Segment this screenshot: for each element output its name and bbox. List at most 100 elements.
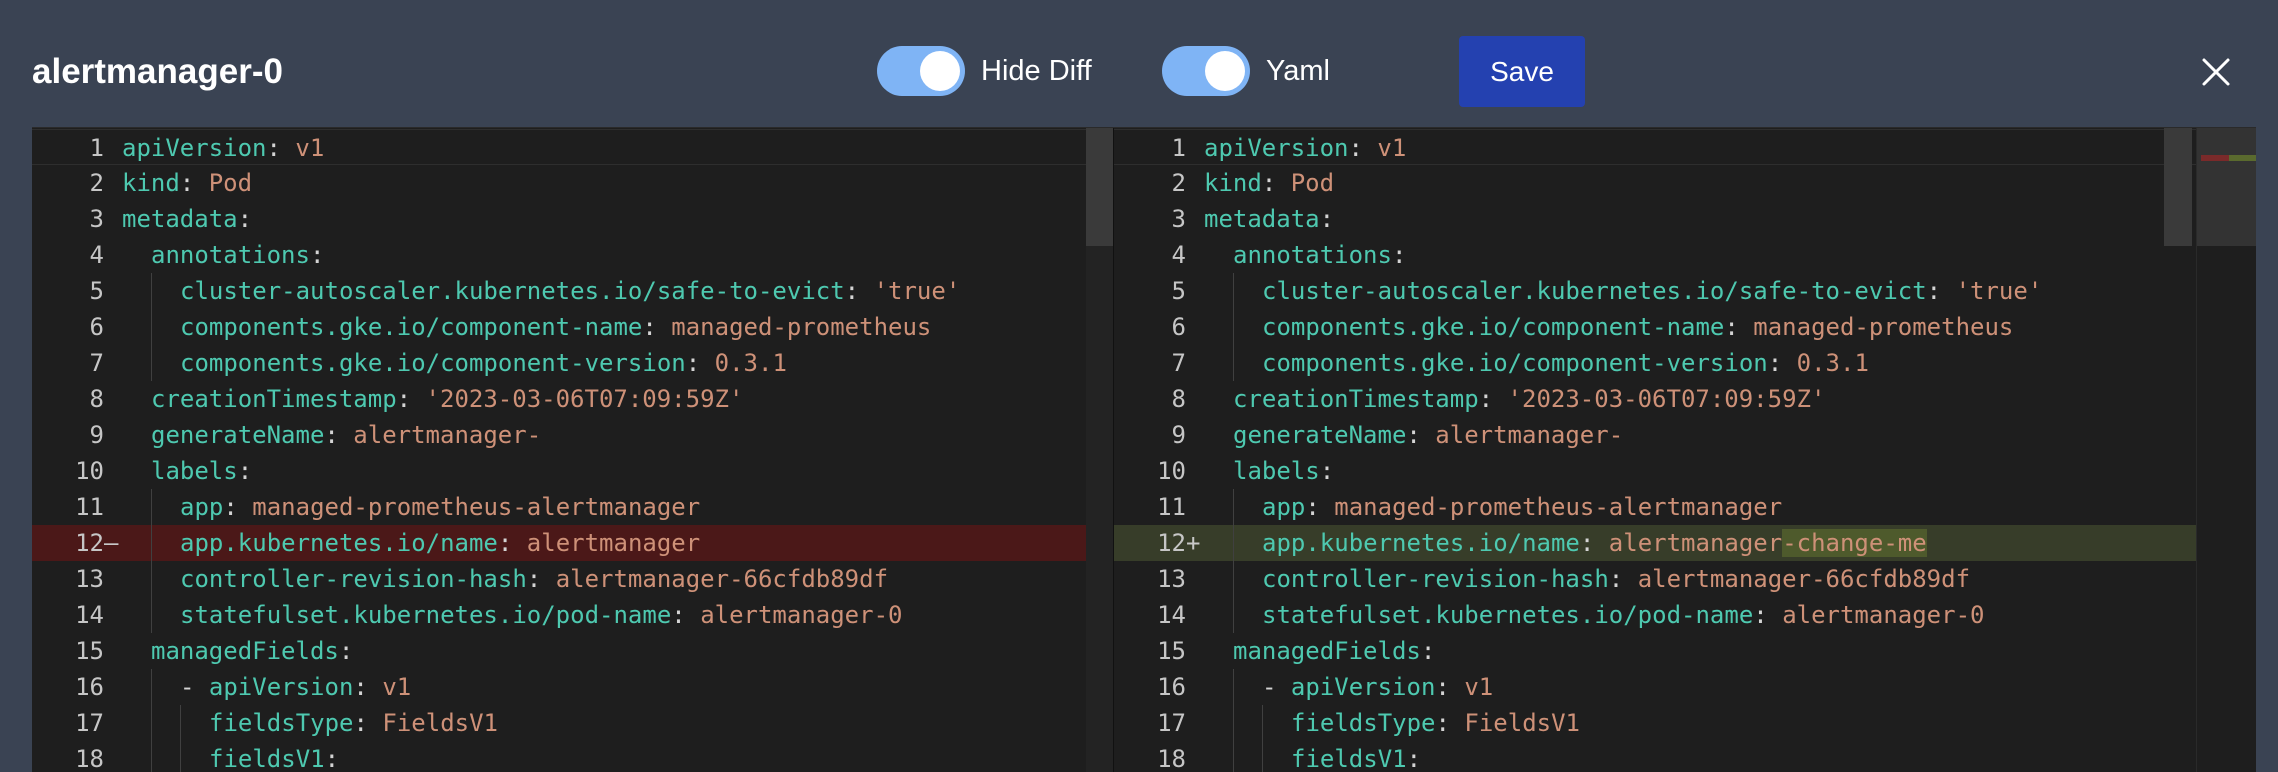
line-content: kind: Pod [1204, 165, 2256, 201]
close-icon[interactable] [2196, 52, 2236, 92]
code-line[interactable]: 13 controller-revision-hash: alertmanager… [32, 561, 1113, 597]
code-line[interactable]: 9 generateName: alertmanager- [32, 417, 1113, 453]
modified-code[interactable]: 1 apiVersion: v1 2 kind: Pod 3 metadata: 4 anno… [1114, 129, 2256, 772]
line-number: 10 [75, 457, 104, 485]
indent-guide [122, 669, 151, 705]
code-line-added[interactable]: 12 + app.kubernetes.io/name: alertmanager-… [1114, 525, 2256, 561]
diff-gutter-mark [104, 201, 122, 237]
save-button[interactable]: Save [1459, 36, 1585, 107]
code-line[interactable]: 18 fieldsV1: [32, 741, 1113, 772]
line-content: managedFields: [122, 633, 1113, 669]
line-content: components.gke.io/component-name: manage… [1204, 309, 2256, 345]
code-line[interactable]: 14 statefulset.kubernetes.io/pod-name: al… [32, 597, 1113, 633]
code-line[interactable]: 6 components.gke.io/component-name: manag… [1114, 309, 2256, 345]
code-line[interactable]: 18 fieldsV1: [1114, 741, 2256, 772]
code-line[interactable]: 2 kind: Pod [32, 165, 1113, 201]
code-line[interactable]: 15 managedFields: [1114, 633, 2256, 669]
yaml-separator: : [324, 745, 340, 772]
indent-guide [151, 309, 180, 345]
line-content: - apiVersion: v1 [1204, 669, 2256, 705]
indent-guide [1204, 633, 1233, 669]
line-number: 9 [89, 421, 104, 449]
code-line-removed[interactable]: 12— app.kubernetes.io/name: alertmanager [32, 525, 1113, 561]
yaml-key: apiVersion [208, 673, 354, 701]
hide-diff-toggle-group[interactable]: Hide Diff [877, 45, 1092, 97]
line-number: 13 [75, 565, 104, 593]
code-line[interactable]: 17 fieldsType: FieldsV1 [1114, 705, 2256, 741]
yaml-value: v1 [1377, 134, 1407, 162]
code-line[interactable]: 11 app: managed-prometheus-alertmanager [1114, 489, 2256, 525]
line-content: apiVersion: v1 [1204, 130, 2256, 164]
modified-pane[interactable]: 1 apiVersion: v1 2 kind: Pod 3 metadata: 4 anno… [1114, 128, 2256, 772]
yaml-separator: : [309, 241, 325, 269]
code-line[interactable]: 7 components.gke.io/component-version: 0.… [1114, 345, 2256, 381]
code-line[interactable]: 17 fieldsType: FieldsV1 [32, 705, 1113, 741]
code-line[interactable]: 2 kind: Pod [1114, 165, 2256, 201]
original-code[interactable]: 1 apiVersion: v1 2 kind: Pod 3 metadata: 4 anno… [32, 129, 1113, 772]
original-pane[interactable]: 1 apiVersion: v1 2 kind: Pod 3 metadata: 4 anno… [32, 128, 1113, 772]
yaml-label[interactable]: Yaml [1266, 55, 1330, 88]
yaml-separator: : [266, 134, 296, 162]
yaml-value: v1 [382, 673, 412, 701]
line-number: 17 [75, 709, 104, 737]
yaml-separator: : [1579, 529, 1609, 557]
modified-scroll-thumb[interactable] [2164, 128, 2192, 246]
code-line[interactable]: 3 metadata: [32, 201, 1113, 237]
yaml-key: app.kubernetes.io/name [1262, 529, 1580, 557]
code-line[interactable]: 16 - apiVersion: v1 [1114, 669, 2256, 705]
code-line[interactable]: 9 generateName: alertmanager- [1114, 417, 2256, 453]
hide-diff-label[interactable]: Hide Diff [981, 55, 1092, 88]
diff-gutter-mark [104, 345, 122, 381]
yaml-separator: : [1435, 709, 1465, 737]
code-line[interactable]: 5 cluster-autoscaler.kubernetes.io/safe-t… [32, 273, 1113, 309]
yaml-value: alertmanager [526, 529, 701, 557]
diff-gutter-mark [1186, 165, 1204, 201]
yaml-separator: : [1261, 169, 1291, 197]
original-scrollbar[interactable] [1086, 128, 1113, 772]
code-line[interactable]: 1 apiVersion: v1 [32, 129, 1113, 165]
code-line[interactable]: 10 labels: [1114, 453, 2256, 489]
overview-viewport[interactable] [2197, 128, 2256, 246]
indent-guide [122, 237, 151, 273]
code-line[interactable]: 10 labels: [32, 453, 1113, 489]
yaml-separator: : [671, 601, 701, 629]
yaml-separator: : [1305, 493, 1335, 521]
code-line[interactable]: 6 components.gke.io/component-name: manag… [32, 309, 1113, 345]
line-number: 11 [1157, 493, 1186, 521]
diff-gutter-mark [1186, 237, 1204, 273]
yaml-value: FieldsV1 [382, 709, 498, 737]
code-line[interactable]: 8 creationTimestamp: '2023-03-06T07:09:59… [32, 381, 1113, 417]
yaml-key: apiVersion [122, 134, 267, 162]
yaml-toggle-group[interactable]: Yaml [1162, 45, 1330, 97]
diff-editor[interactable]: 1 apiVersion: v1 2 kind: Pod 3 metadata: 4 anno… [32, 127, 2256, 772]
diff-gutter-mark [1186, 309, 1204, 345]
code-line[interactable]: 1 apiVersion: v1 [1114, 129, 2256, 165]
indent-guide [151, 273, 180, 309]
yaml-key: cluster-autoscaler.kubernetes.io/safe-to… [1262, 277, 1927, 305]
yaml-key: app [1262, 493, 1306, 521]
diff-gutter-mark [1186, 741, 1204, 772]
yaml-key: fieldsV1 [209, 745, 325, 772]
yaml-value: alertmanager-0 [700, 601, 903, 629]
indent-guide [151, 345, 180, 381]
diff-overview-ruler[interactable] [2196, 128, 2256, 772]
code-line[interactable]: 3 metadata: [1114, 201, 2256, 237]
code-line[interactable]: 13 controller-revision-hash: alertmanager… [1114, 561, 2256, 597]
code-line[interactable]: 4 annotations: [1114, 237, 2256, 273]
code-line[interactable]: 16 - apiVersion: v1 [32, 669, 1113, 705]
original-scroll-thumb[interactable] [1086, 128, 1113, 246]
yaml-toggle[interactable] [1162, 46, 1250, 96]
line-number: 2 [89, 169, 104, 197]
code-line[interactable]: 8 creationTimestamp: '2023-03-06T07:09:59… [1114, 381, 2256, 417]
code-line[interactable]: 7 components.gke.io/component-version: 0.… [32, 345, 1113, 381]
yaml-key: fieldsType [209, 709, 354, 737]
code-line[interactable]: 15 managedFields: [32, 633, 1113, 669]
indent-guide [1204, 705, 1233, 741]
indent-guide [1233, 561, 1262, 597]
code-line[interactable]: 14 statefulset.kubernetes.io/pod-name: al… [1114, 597, 2256, 633]
hide-diff-toggle[interactable] [877, 46, 965, 96]
code-line[interactable]: 4 annotations: [32, 237, 1113, 273]
code-line[interactable]: 5 cluster-autoscaler.kubernetes.io/safe-t… [1114, 273, 2256, 309]
line-number: 15 [75, 637, 104, 665]
code-line[interactable]: 11 app: managed-prometheus-alertmanager [32, 489, 1113, 525]
